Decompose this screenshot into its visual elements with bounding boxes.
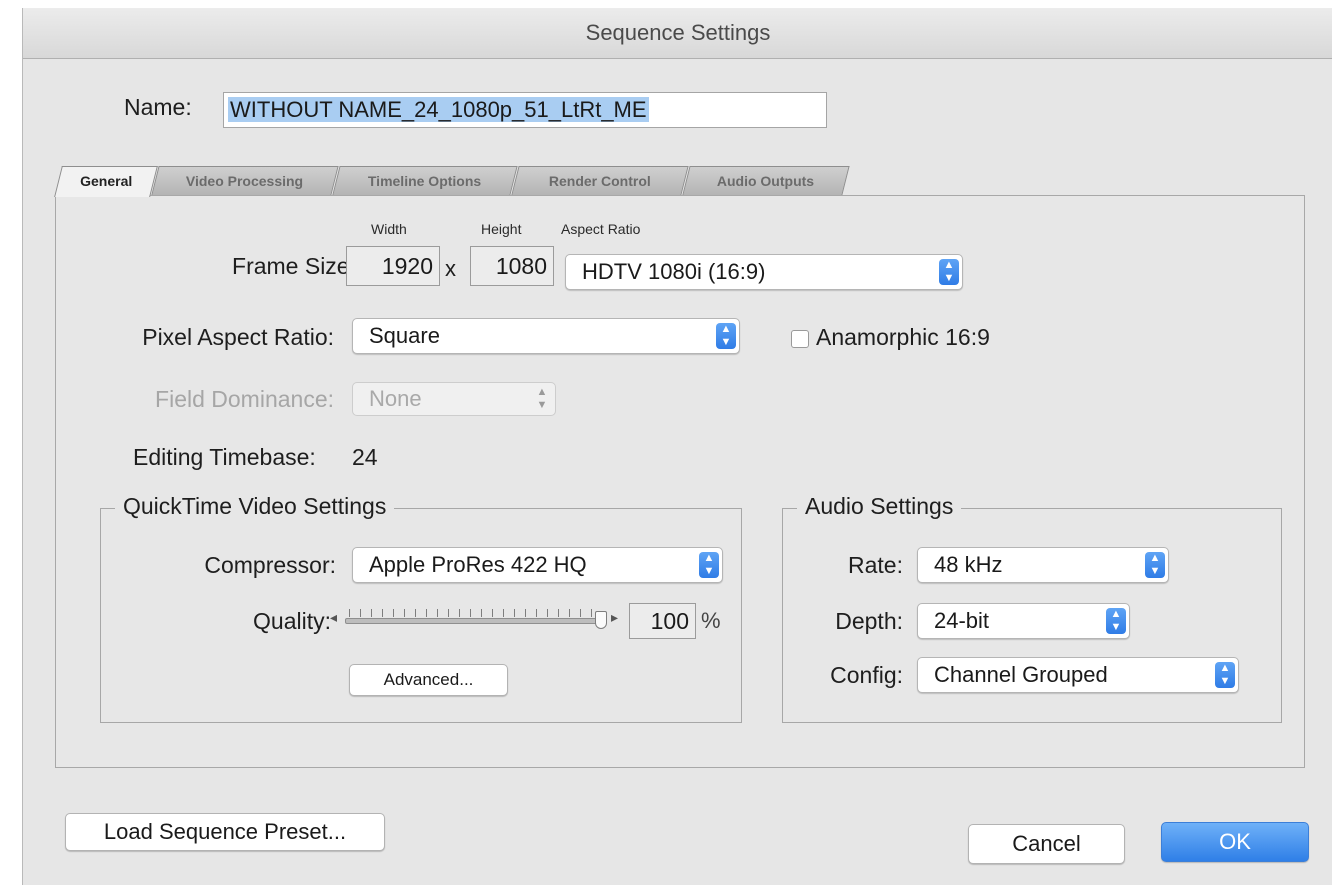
rate-label: Rate: (848, 552, 903, 578)
dialog-title: Sequence Settings (23, 8, 1332, 59)
config-popup[interactable]: Channel Grouped ▲ ▼ (917, 657, 1239, 693)
tab-video-processing[interactable]: Video Processing (151, 166, 339, 195)
chevron-updown-icon: ▲ ▼ (939, 259, 959, 285)
tab-timeline-options[interactable]: Timeline Options (332, 166, 518, 195)
config-value: Channel Grouped (934, 662, 1108, 687)
tab-audio-outputs[interactable]: Audio Outputs (682, 166, 850, 195)
sequence-name-value: WITHOUT NAME_24_1080p_51_LtRt_ME (228, 97, 649, 122)
width-header: Width (371, 221, 407, 237)
editing-timebase-value: 24 (352, 444, 378, 470)
quality-slider-thumb[interactable] (595, 611, 607, 629)
field-dominance-popup[interactable]: None ▲ ▼ (352, 382, 556, 416)
quality-slider-ticks (349, 609, 595, 617)
aspect-ratio-value: HDTV 1080i (16:9) (582, 259, 766, 284)
field-dominance-label: Field Dominance: (155, 386, 334, 412)
editing-timebase-label: Editing Timebase: (133, 444, 316, 470)
tab-audio-outputs-label: Audio Outputs (717, 173, 815, 189)
sequence-name-input[interactable]: WITHOUT NAME_24_1080p_51_LtRt_ME (223, 92, 827, 128)
aspect-ratio-popup[interactable]: HDTV 1080i (16:9) ▲ ▼ (565, 254, 963, 290)
pixel-aspect-popup[interactable]: Square ▲ ▼ (352, 318, 740, 354)
anamorphic-checkbox[interactable] (791, 330, 809, 348)
depth-label: Depth: (835, 608, 903, 634)
chevron-updown-icon: ▲ ▼ (1215, 662, 1235, 688)
height-header: Height (481, 221, 522, 237)
chevron-updown-icon: ▲ ▼ (536, 386, 548, 411)
chevron-updown-icon: ▲ ▼ (1145, 552, 1165, 578)
frame-width-field[interactable]: 1920 (346, 246, 440, 286)
quicktime-settings-group: QuickTime Video Settings Compressor: App… (100, 493, 742, 723)
aspect-ratio-header: Aspect Ratio (561, 221, 641, 237)
anamorphic-label: Anamorphic 16:9 (816, 324, 990, 350)
ok-button[interactable]: OK (1161, 822, 1309, 862)
chevron-updown-icon: ▲ ▼ (699, 552, 719, 578)
audio-settings-title: Audio Settings (797, 493, 962, 520)
quicktime-settings-title: QuickTime Video Settings (115, 493, 395, 520)
quality-unit: % (701, 608, 721, 633)
quality-value-field[interactable]: 100 (629, 603, 696, 639)
config-label: Config: (830, 662, 903, 688)
tab-timeline-options-label: Timeline Options (368, 173, 482, 189)
sequence-settings-dialog: Sequence Settings Name: WITHOUT NAME_24_… (22, 8, 1332, 885)
frame-size-times: x (445, 256, 456, 281)
tab-general[interactable]: General (54, 166, 158, 197)
depth-popup[interactable]: 24-bit ▲ ▼ (917, 603, 1130, 639)
tab-render-control-label: Render Control (548, 173, 651, 189)
compressor-label: Compressor: (204, 552, 336, 578)
rate-value: 48 kHz (934, 552, 1003, 577)
quality-min-arrow-icon: ◂ (330, 609, 338, 625)
depth-value: 24-bit (934, 608, 990, 633)
compressor-value: Apple ProRes 422 HQ (369, 552, 587, 577)
general-panel: Width Height Aspect Ratio Frame Size: 19… (55, 195, 1305, 768)
quality-slider-track[interactable] (345, 618, 603, 624)
compressor-popup[interactable]: Apple ProRes 422 HQ ▲ ▼ (352, 547, 723, 583)
advanced-button[interactable]: Advanced... (349, 664, 508, 696)
tab-video-processing-label: Video Processing (186, 173, 304, 189)
audio-settings-group: Audio Settings Rate: 48 kHz ▲ ▼ Depth: 24… (782, 493, 1282, 723)
pixel-aspect-label: Pixel Aspect Ratio: (142, 324, 334, 350)
chevron-updown-icon: ▲ ▼ (716, 323, 736, 349)
quality-label: Quality: (253, 608, 331, 634)
load-sequence-preset-button[interactable]: Load Sequence Preset... (65, 813, 385, 851)
quality-max-arrow-icon: ▸ (611, 609, 619, 625)
tab-render-control[interactable]: Render Control (511, 166, 689, 195)
field-dominance-value: None (369, 386, 422, 411)
frame-size-label: Frame Size: (232, 253, 356, 279)
name-label: Name: (124, 94, 192, 120)
frame-height-field[interactable]: 1080 (470, 246, 554, 286)
tab-general-label: General (80, 173, 133, 189)
pixel-aspect-value: Square (369, 323, 440, 348)
cancel-button[interactable]: Cancel (968, 824, 1125, 864)
chevron-updown-icon: ▲ ▼ (1106, 608, 1126, 634)
rate-popup[interactable]: 48 kHz ▲ ▼ (917, 547, 1169, 583)
